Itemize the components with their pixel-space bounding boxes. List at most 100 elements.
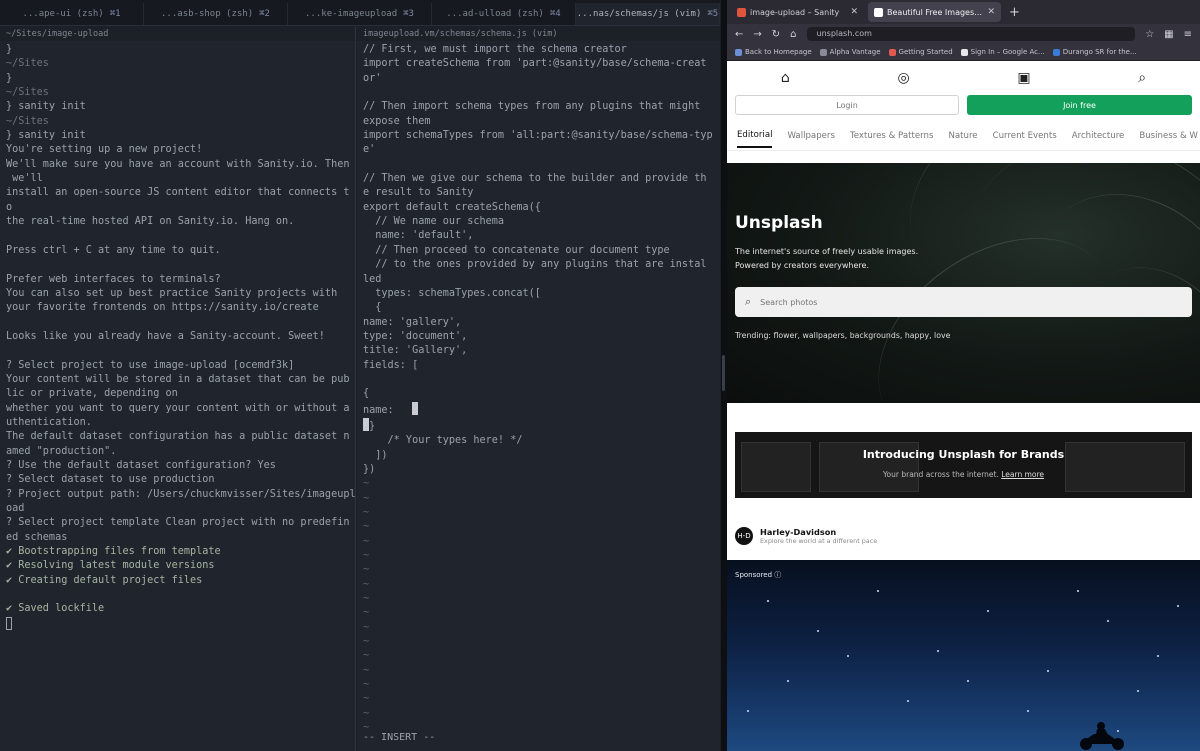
code-text: import createSchema from 'part:@sanity/b… <box>363 58 707 70</box>
code-line: fields: [ <box>363 359 716 373</box>
topic-business-work[interactable]: Business & W <box>1139 131 1198 141</box>
terminal-tab[interactable]: ...asb-shop (zsh) ⌘2 <box>144 3 288 25</box>
code-line: export default createSchema({ <box>363 201 716 215</box>
star <box>1157 655 1159 657</box>
code-line: // Then we give our schema to the builde… <box>363 172 716 186</box>
code-text: { <box>363 388 370 400</box>
close-tab-icon[interactable]: ✕ <box>850 7 858 17</box>
star <box>1047 670 1049 672</box>
hero-title: Unsplash <box>735 213 823 233</box>
unsplash-favicon-icon <box>874 7 883 17</box>
star <box>1117 730 1119 732</box>
star <box>767 600 769 602</box>
bookmark-icon <box>1052 48 1060 56</box>
address-bar[interactable]: unsplash.com <box>806 27 1136 41</box>
bookmark-item[interactable]: Sign In – Google Ac... <box>960 48 1045 56</box>
code-line: e' <box>363 143 716 157</box>
vim-empty-line-marker: ~ <box>363 521 370 533</box>
browser-tab-unsplash[interactable]: Beautiful Free Images & Pictures | Unspl… <box>868 2 1001 22</box>
terminal-tab-shortcut: ⌘1 <box>109 9 121 19</box>
left-pane-title: ~/Sites/image-upload <box>0 27 355 41</box>
vim-buffer[interactable]: // First, we must import the schema crea… <box>357 41 720 736</box>
topic-textures-patterns[interactable]: Textures & Patterns <box>850 131 934 141</box>
menu-icon[interactable]: ≡ <box>1184 29 1192 40</box>
explore-icon[interactable]: ◎ <box>897 70 909 86</box>
brands-banner[interactable]: Introducing Unsplash for Brands Your bra… <box>735 432 1192 498</box>
home-button-icon[interactable]: ⌂ <box>790 29 796 40</box>
terminal-line: Your content will be stored in a dataset… <box>6 373 350 385</box>
vim-empty-line-marker: ~ <box>363 707 370 719</box>
topic-current-events[interactable]: Current Events <box>993 131 1057 141</box>
code-text: /* Your types here! */ <box>363 435 523 447</box>
sponsored-photo[interactable]: Sponsored ⓘ <box>727 560 1200 751</box>
code-line: // Then import schema types from any plu… <box>363 100 716 114</box>
bookmark-star-icon[interactable]: ☆ <box>1145 29 1154 40</box>
hero-search-bar[interactable]: ⌕ <box>735 287 1192 317</box>
close-tab-icon[interactable]: ✕ <box>987 7 995 17</box>
bookmark-item[interactable]: Durango SR for the... <box>1052 48 1137 56</box>
terminal-line: } sanity init <box>6 101 86 113</box>
terminal-output: } ~/Sites} ~/Sites} sanity init ~/Sites} sa… <box>0 41 355 633</box>
vim-editor-pane[interactable]: imageupload.vm/schemas/schema.js (vim) /… <box>357 27 720 751</box>
search-input[interactable] <box>760 297 1161 307</box>
terminal-tab[interactable]: ...ke-imageupload ⌘3 <box>288 3 432 25</box>
terminal-line: ? Project output path: /Users/chuckmviss… <box>6 488 356 500</box>
join-free-button[interactable]: Join free <box>967 95 1192 115</box>
terminal-tab[interactable]: ...ape-ui (zsh) ⌘1 <box>0 3 144 25</box>
vim-empty-line-marker: ~ <box>363 636 370 648</box>
code-line: import createSchema from 'part:@sanity/b… <box>363 57 716 71</box>
sponsor-header[interactable]: H-D Harley-Davidson Explore the world at… <box>735 527 877 545</box>
star <box>987 610 989 612</box>
forward-icon[interactable]: → <box>753 29 761 40</box>
bookmarks-toolbar: Back to Homepage Alpha Vantage Getting S… <box>727 44 1200 61</box>
terminal-tab[interactable]: ...nas/schemas/js (vim) ⌘5 <box>576 3 720 25</box>
bookmark-item[interactable]: Getting Started <box>888 48 953 56</box>
code-text: type: 'document', <box>363 330 468 342</box>
vim-empty-line-marker: ~ <box>363 679 370 691</box>
home-icon[interactable]: ⌂ <box>781 70 790 86</box>
terminal-line: } sanity init <box>6 130 86 142</box>
topic-nature[interactable]: Nature <box>948 131 977 141</box>
terminal-line: Press ctrl + C at any time to quit. <box>6 244 221 256</box>
topic-editorial[interactable]: Editorial <box>737 123 773 148</box>
bookmark-item[interactable]: Back to Homepage <box>735 48 812 56</box>
terminal-tab[interactable]: ...ad-ulload (zsh) ⌘4 <box>432 3 576 25</box>
back-icon[interactable]: ← <box>735 29 743 40</box>
code-line: led <box>363 273 716 287</box>
terminal-line: your favorite frontends on https://sanit… <box>6 302 319 314</box>
bookmark-icon <box>960 48 968 56</box>
code-line: /* Your types here! */ <box>363 434 716 448</box>
learn-more-link[interactable]: Learn more <box>1001 470 1044 479</box>
collections-icon[interactable]: ▣ <box>1017 70 1030 86</box>
reload-icon[interactable]: ↻ <box>772 29 780 40</box>
terminal-line: whether you want to query your content w… <box>6 402 350 414</box>
bookmark-icon <box>819 48 827 56</box>
code-line: // to the ones provided by any plugins t… <box>363 258 716 272</box>
browser-tab-sanity[interactable]: image-upload – Sanity ✕ <box>731 2 864 22</box>
extensions-icon[interactable]: ▦ <box>1164 29 1173 40</box>
code-line: } <box>363 417 716 434</box>
topic-architecture[interactable]: Architecture <box>1072 131 1125 141</box>
topic-wallpapers[interactable]: Wallpapers <box>787 131 834 141</box>
terminal-line: } <box>6 72 13 84</box>
star <box>907 700 909 702</box>
terminal-line: oad <box>6 503 25 514</box>
code-text: { <box>363 302 382 314</box>
brands-banner-title: Introducing Unsplash for Brands <box>862 448 1065 461</box>
info-icon[interactable]: ⓘ <box>774 571 781 579</box>
code-text: import schemaTypes from 'all:part:@sanit… <box>363 130 713 142</box>
code-text: title: 'Gallery', <box>363 345 468 357</box>
terminal-left-pane[interactable]: ~/Sites/image-upload } ~/Sites} ~/Sites} s… <box>0 27 356 751</box>
search-icon[interactable]: ⌕ <box>1138 70 1146 86</box>
terminal-tab-title: ...ape-ui (zsh) <box>22 9 104 19</box>
terminal-line: ✔ Creating default project files <box>6 574 203 586</box>
terminal-cursor <box>6 616 351 633</box>
login-button[interactable]: Login <box>735 95 959 115</box>
new-tab-icon[interactable]: + <box>1005 5 1024 20</box>
code-line: import schemaTypes from 'all:part:@sanit… <box>363 129 716 143</box>
sponsor-tagline: Explore the world at a different pace <box>760 537 878 545</box>
trending-searches[interactable]: Trending: flower, wallpapers, background… <box>735 331 950 340</box>
bookmark-item[interactable]: Alpha Vantage <box>819 48 881 56</box>
divider-grip-icon[interactable] <box>722 355 725 391</box>
sponsor-name: Harley-Davidson <box>760 527 837 537</box>
